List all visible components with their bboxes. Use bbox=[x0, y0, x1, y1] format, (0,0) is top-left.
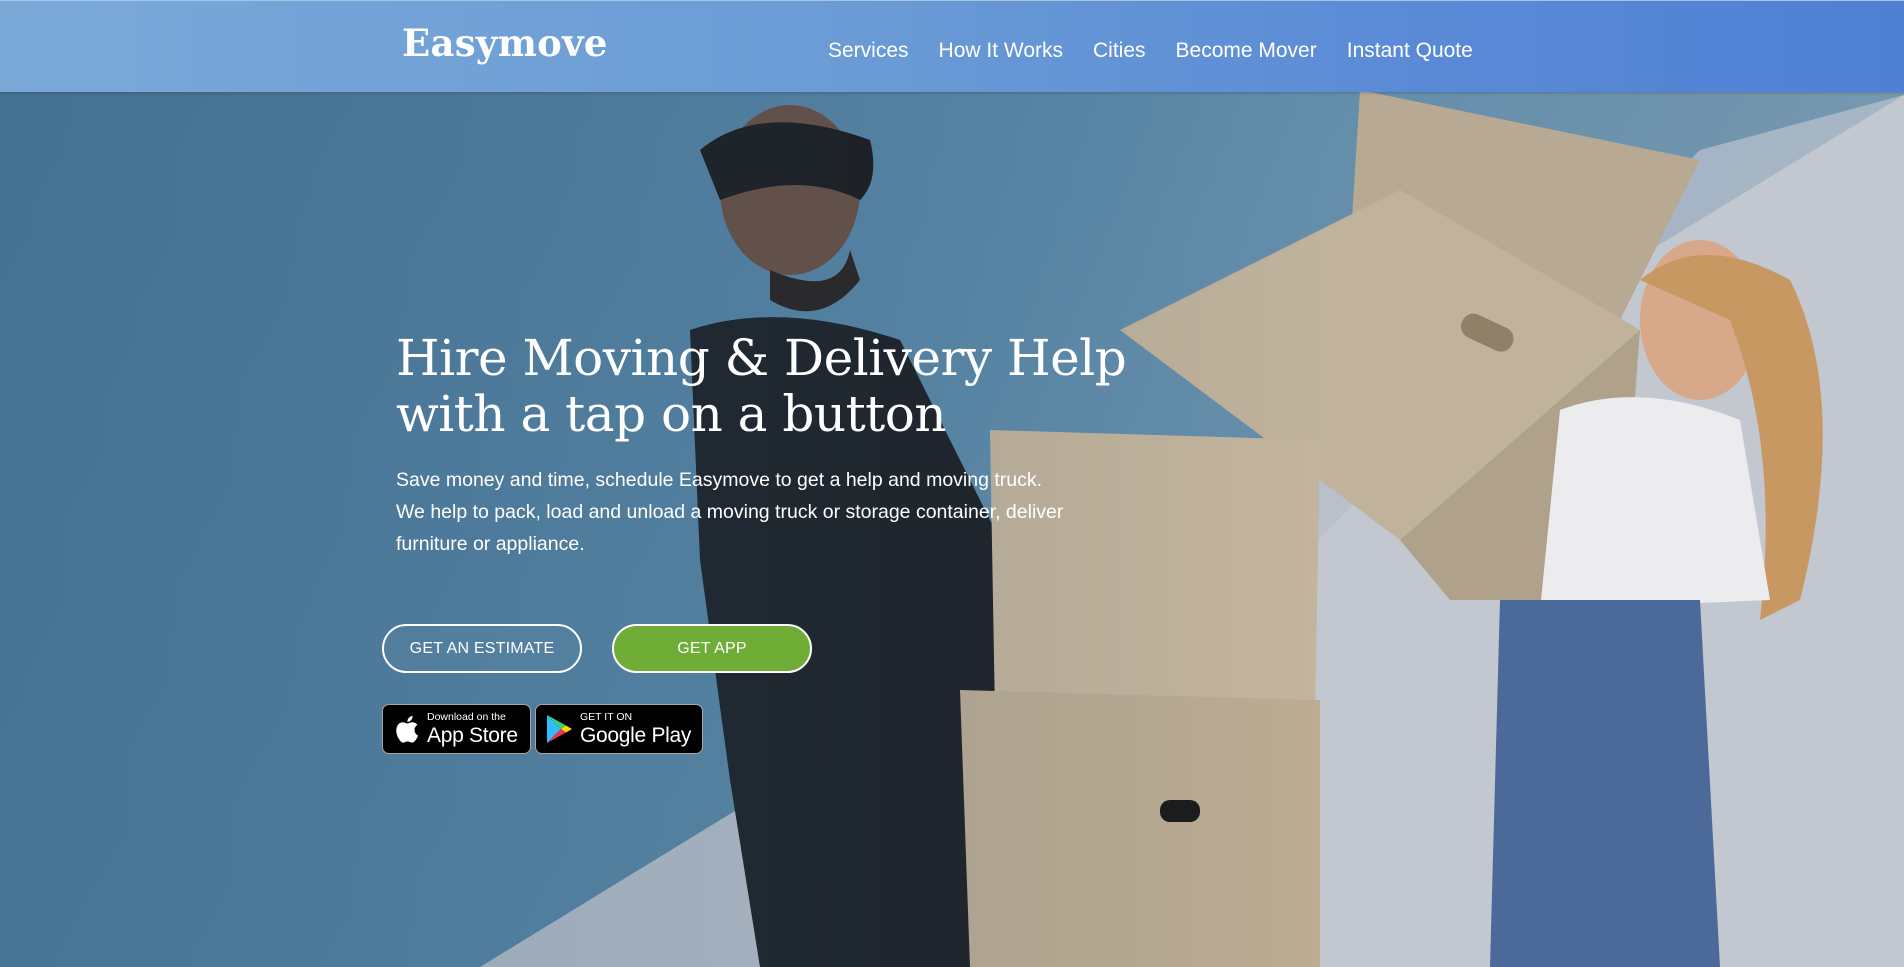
google-play-big-label: Google Play bbox=[580, 724, 692, 748]
google-play-small-label: GET IT ON bbox=[580, 710, 633, 723]
hero-subtitle-line: furniture or appliance. bbox=[396, 533, 585, 555]
get-estimate-button[interactable]: GET AN ESTIMATE bbox=[382, 624, 582, 673]
app-store-big-label: App Store bbox=[427, 724, 518, 748]
hero-subtitle: Save money and time, schedule Easymove t… bbox=[396, 464, 1156, 560]
main-nav: Services How It Works Cities Become Move… bbox=[828, 38, 1473, 63]
google-play-badge-text: GET IT ON Google Play bbox=[580, 712, 691, 747]
hero-title-line: Hire Moving & Delivery Help bbox=[396, 329, 1127, 387]
app-store-badge[interactable]: Download on the App Store bbox=[382, 704, 531, 754]
nav-services[interactable]: Services bbox=[828, 38, 909, 63]
google-play-icon bbox=[544, 712, 574, 746]
hero-title: Hire Moving & Delivery Help with a tap o… bbox=[396, 330, 1156, 442]
google-play-badge[interactable]: GET IT ON Google Play bbox=[535, 704, 703, 754]
nav-how-it-works[interactable]: How It Works bbox=[939, 38, 1063, 63]
hero-title-line: with a tap on a button bbox=[396, 385, 947, 443]
hero-subtitle-line: We help to pack, load and unload a movin… bbox=[396, 501, 1064, 523]
site-header: Easymove Services How It Works Cities Be… bbox=[0, 0, 1904, 92]
nav-instant-quote[interactable]: Instant Quote bbox=[1347, 38, 1473, 63]
app-store-badge-text: Download on the App Store bbox=[427, 712, 518, 747]
logo[interactable]: Easymove bbox=[402, 21, 608, 65]
page: Easymove Services How It Works Cities Be… bbox=[0, 0, 1904, 967]
apple-icon bbox=[391, 712, 421, 746]
hero-subtitle-line: Save money and time, schedule Easymove t… bbox=[396, 469, 1043, 491]
nav-cities[interactable]: Cities bbox=[1093, 38, 1146, 63]
app-store-small-label: Download on the bbox=[427, 710, 506, 723]
get-app-button[interactable]: GET APP bbox=[612, 624, 812, 673]
nav-become-mover[interactable]: Become Mover bbox=[1176, 38, 1317, 63]
